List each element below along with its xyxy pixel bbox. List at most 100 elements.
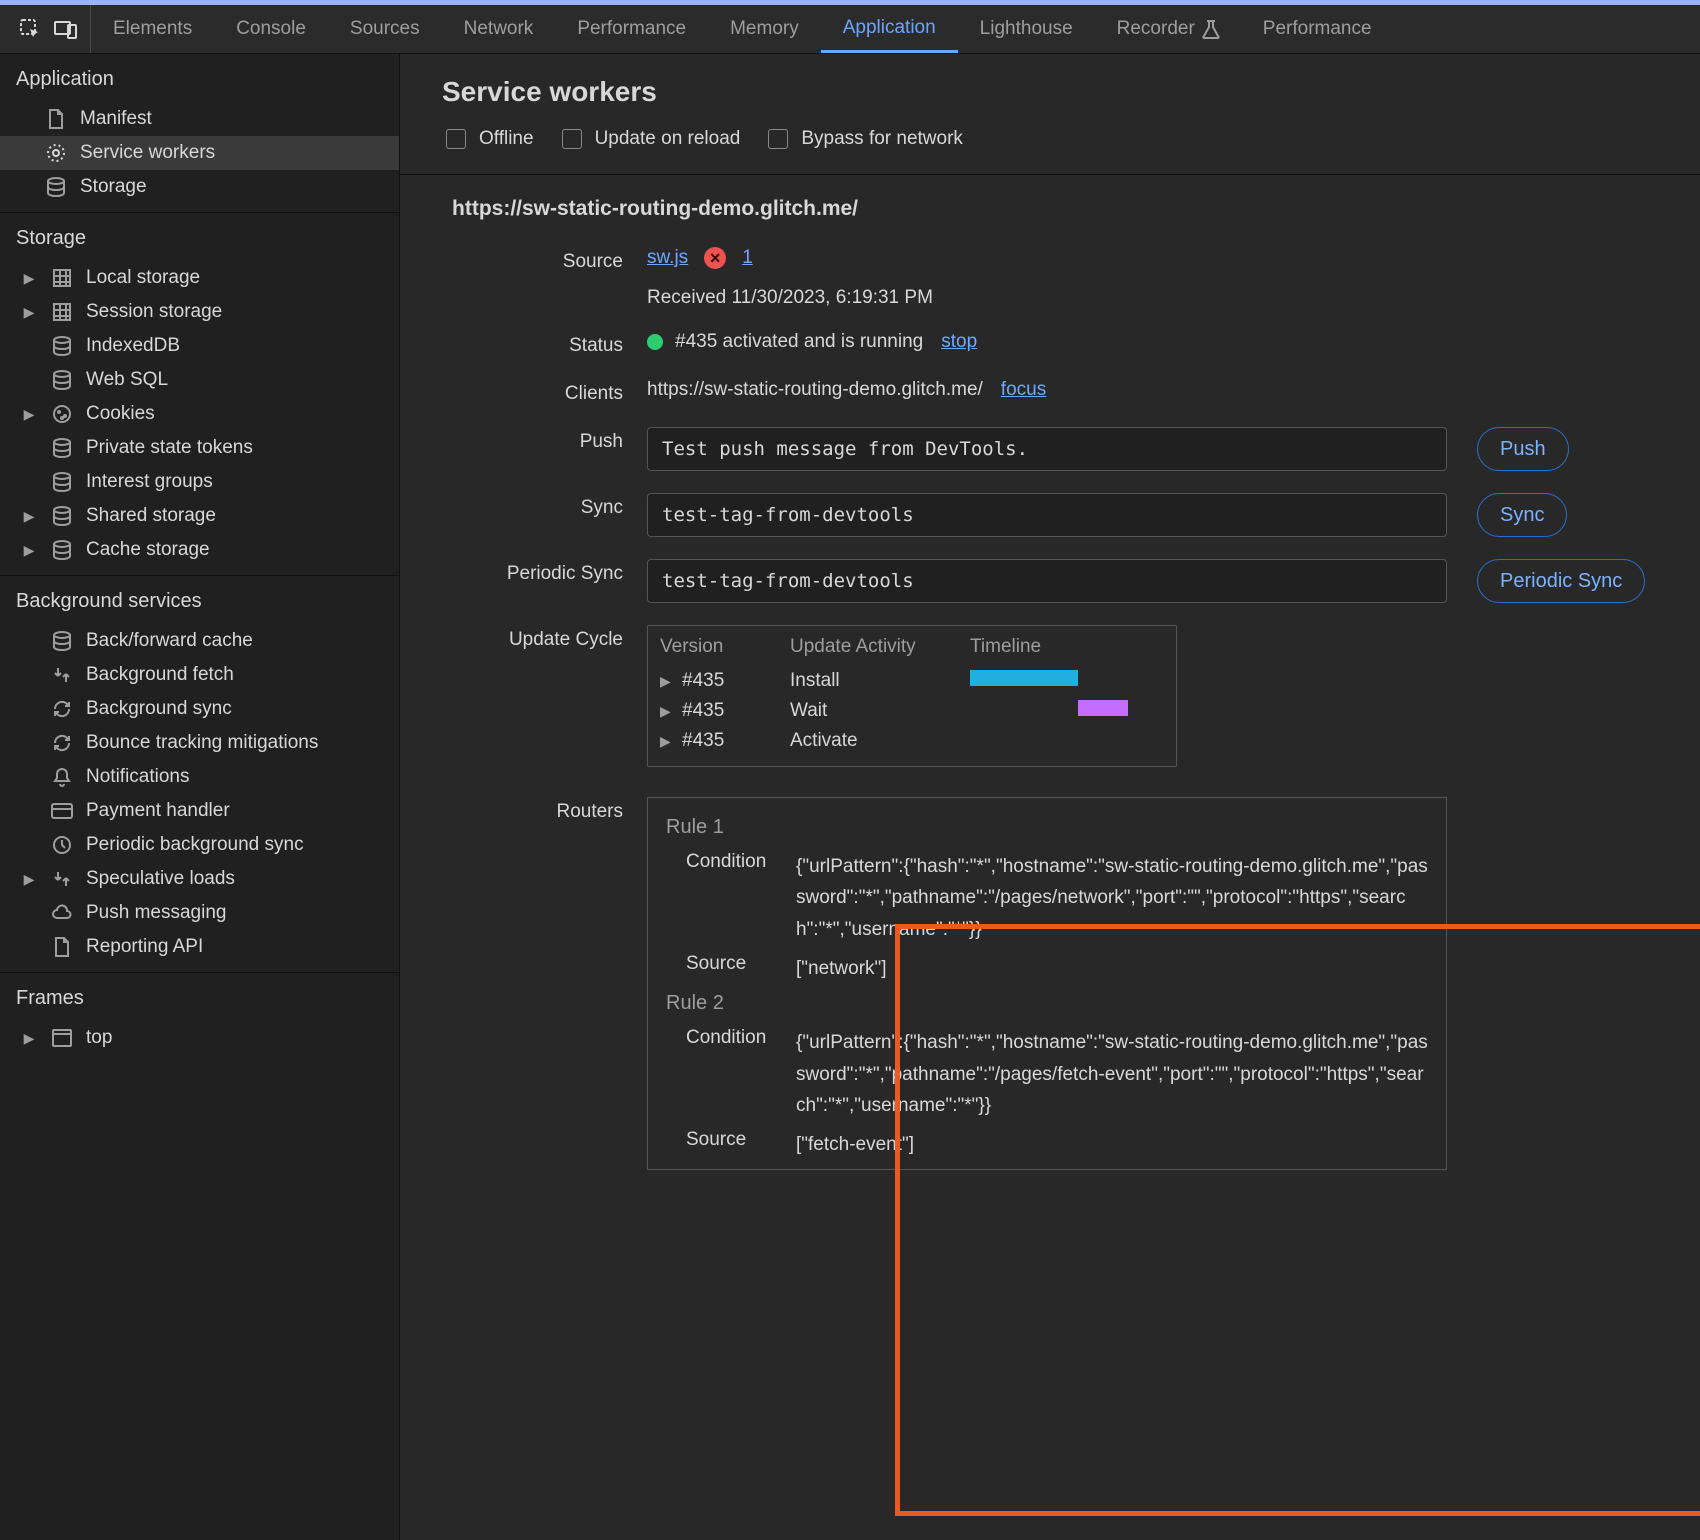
sidebar-item-session-storage[interactable]: ▶Session storage: [0, 295, 399, 329]
tab-performance[interactable]: Performance: [555, 5, 708, 53]
sidebar-item-interest-groups[interactable]: Interest groups: [0, 465, 399, 499]
file-icon: [50, 937, 74, 957]
error-count-link[interactable]: 1: [742, 247, 753, 269]
sidebar-item-cache-storage[interactable]: ▶Cache storage: [0, 533, 399, 567]
error-icon[interactable]: ✕: [704, 247, 726, 269]
sidebar-section-application: Application: [0, 54, 399, 102]
fetch-icon: [50, 665, 74, 685]
update-cycle-row[interactable]: ▶#435Wait: [660, 700, 1164, 722]
tab-console[interactable]: Console: [214, 5, 328, 53]
tab-performance[interactable]: Performance: [1241, 5, 1394, 53]
tab-network[interactable]: Network: [442, 5, 556, 53]
sidebar-item-web-sql[interactable]: Web SQL: [0, 363, 399, 397]
source-file-link[interactable]: sw.js: [647, 247, 688, 269]
file-icon: [44, 109, 68, 129]
db-icon: [50, 336, 74, 356]
push-button[interactable]: Push: [1477, 427, 1569, 471]
db-icon: [50, 506, 74, 526]
status-text: #435 activated and is running: [675, 331, 923, 353]
sidebar-item-reporting-api[interactable]: Reporting API: [0, 930, 399, 964]
sidebar-section-storage: Storage: [0, 213, 399, 261]
device-toggle-icon[interactable]: [54, 19, 78, 39]
sidebar-item-speculative-loads[interactable]: ▶Speculative loads: [0, 862, 399, 896]
periodic-sync-input[interactable]: [647, 559, 1447, 603]
sidebar-item-cookies[interactable]: ▶Cookies: [0, 397, 399, 431]
database-icon: [44, 177, 68, 197]
caret-icon: ▶: [660, 673, 682, 690]
tab-recorder[interactable]: Recorder: [1095, 5, 1241, 53]
sidebar-item-bounce-tracking-mitigations[interactable]: Bounce tracking mitigations: [0, 726, 399, 760]
db-icon: [50, 370, 74, 390]
offline-checkbox[interactable]: Offline: [442, 126, 534, 152]
clock-icon: [50, 835, 74, 855]
cloud-icon: [50, 904, 74, 922]
caret-icon: ▶: [20, 542, 38, 559]
bypass-for-network-checkbox[interactable]: Bypass for network: [764, 126, 963, 152]
flask-icon: [1203, 20, 1219, 38]
update-cycle-table: Version Update Activity Timeline ▶#435In…: [647, 625, 1177, 767]
sidebar-item-periodic-background-sync[interactable]: Periodic background sync: [0, 828, 399, 862]
status-dot-icon: [647, 334, 663, 350]
clients-label: Clients: [452, 379, 647, 405]
sidebar-item-manifest[interactable]: Manifest: [0, 102, 399, 136]
sidebar-item-background-sync[interactable]: Background sync: [0, 692, 399, 726]
router-source-row: Source["network"]: [686, 953, 1428, 984]
source-label: Source: [452, 247, 647, 273]
caret-icon: ▶: [20, 1030, 38, 1047]
sidebar-item-service-workers[interactable]: Service workers: [0, 136, 399, 170]
cookie-icon: [50, 404, 74, 424]
timeline-bar-wait: [1078, 700, 1128, 716]
sidebar-item-local-storage[interactable]: ▶Local storage: [0, 261, 399, 295]
sidebar-item-frame-top[interactable]: ▶top: [0, 1021, 399, 1055]
grid-icon: [50, 268, 74, 288]
push-label: Push: [452, 427, 647, 453]
main-panel: Service workers Offline Update on reload…: [400, 54, 1700, 1540]
update-on-reload-checkbox[interactable]: Update on reload: [558, 126, 741, 152]
fetch-icon: [50, 869, 74, 889]
router-condition-row: Condition{"urlPattern":{"hash":"*","host…: [686, 851, 1428, 945]
stop-link[interactable]: stop: [941, 331, 977, 353]
sidebar-item-push-messaging[interactable]: Push messaging: [0, 896, 399, 930]
db-icon: [50, 540, 74, 560]
sidebar-item-storage[interactable]: Storage: [0, 170, 399, 204]
sync-label: Sync: [452, 493, 647, 519]
routers-table: Rule 1 Condition{"urlPattern":{"hash":"*"…: [647, 797, 1447, 1170]
sidebar-item-back/forward-cache[interactable]: Back/forward cache: [0, 624, 399, 658]
gear-icon: [44, 143, 68, 163]
page-title: Service workers: [442, 76, 1700, 108]
tab-lighthouse[interactable]: Lighthouse: [958, 5, 1095, 53]
sidebar-item-notifications[interactable]: Notifications: [0, 760, 399, 794]
caret-icon: ▶: [20, 304, 38, 321]
sidebar-section-frames: Frames: [0, 973, 399, 1021]
sidebar-item-indexeddb[interactable]: IndexedDB: [0, 329, 399, 363]
window-icon: [50, 1029, 74, 1047]
tab-elements[interactable]: Elements: [91, 5, 214, 53]
caret-icon: ▶: [660, 733, 682, 750]
focus-link[interactable]: focus: [1001, 379, 1046, 401]
caret-icon: ▶: [20, 871, 38, 888]
tab-application[interactable]: Application: [821, 5, 958, 53]
update-cycle-row[interactable]: ▶#435Install: [660, 670, 1164, 692]
db-icon: [50, 472, 74, 492]
caret-icon: ▶: [20, 270, 38, 287]
router-rule-title: Rule 1: [666, 816, 1428, 839]
sync-input[interactable]: [647, 493, 1447, 537]
sidebar: Application ManifestService workersStora…: [0, 54, 400, 1540]
push-input[interactable]: [647, 427, 1447, 471]
sidebar-item-payment-handler[interactable]: Payment handler: [0, 794, 399, 828]
routers-label: Routers: [452, 797, 647, 823]
periodic-sync-button[interactable]: Periodic Sync: [1477, 559, 1645, 603]
update-cycle-label: Update Cycle: [452, 625, 647, 651]
update-cycle-row[interactable]: ▶#435Activate: [660, 730, 1164, 752]
sidebar-item-shared-storage[interactable]: ▶Shared storage: [0, 499, 399, 533]
tab-sources[interactable]: Sources: [328, 5, 442, 53]
tab-memory[interactable]: Memory: [708, 5, 821, 53]
sync-button[interactable]: Sync: [1477, 493, 1567, 537]
router-source-row: Source["fetch-event"]: [686, 1129, 1428, 1160]
sync-icon: [50, 699, 74, 719]
inspect-icon[interactable]: [20, 19, 40, 39]
sidebar-item-background-fetch[interactable]: Background fetch: [0, 658, 399, 692]
sidebar-section-background-services: Background services: [0, 576, 399, 624]
caret-icon: ▶: [660, 703, 682, 720]
sidebar-item-private-state-tokens[interactable]: Private state tokens: [0, 431, 399, 465]
